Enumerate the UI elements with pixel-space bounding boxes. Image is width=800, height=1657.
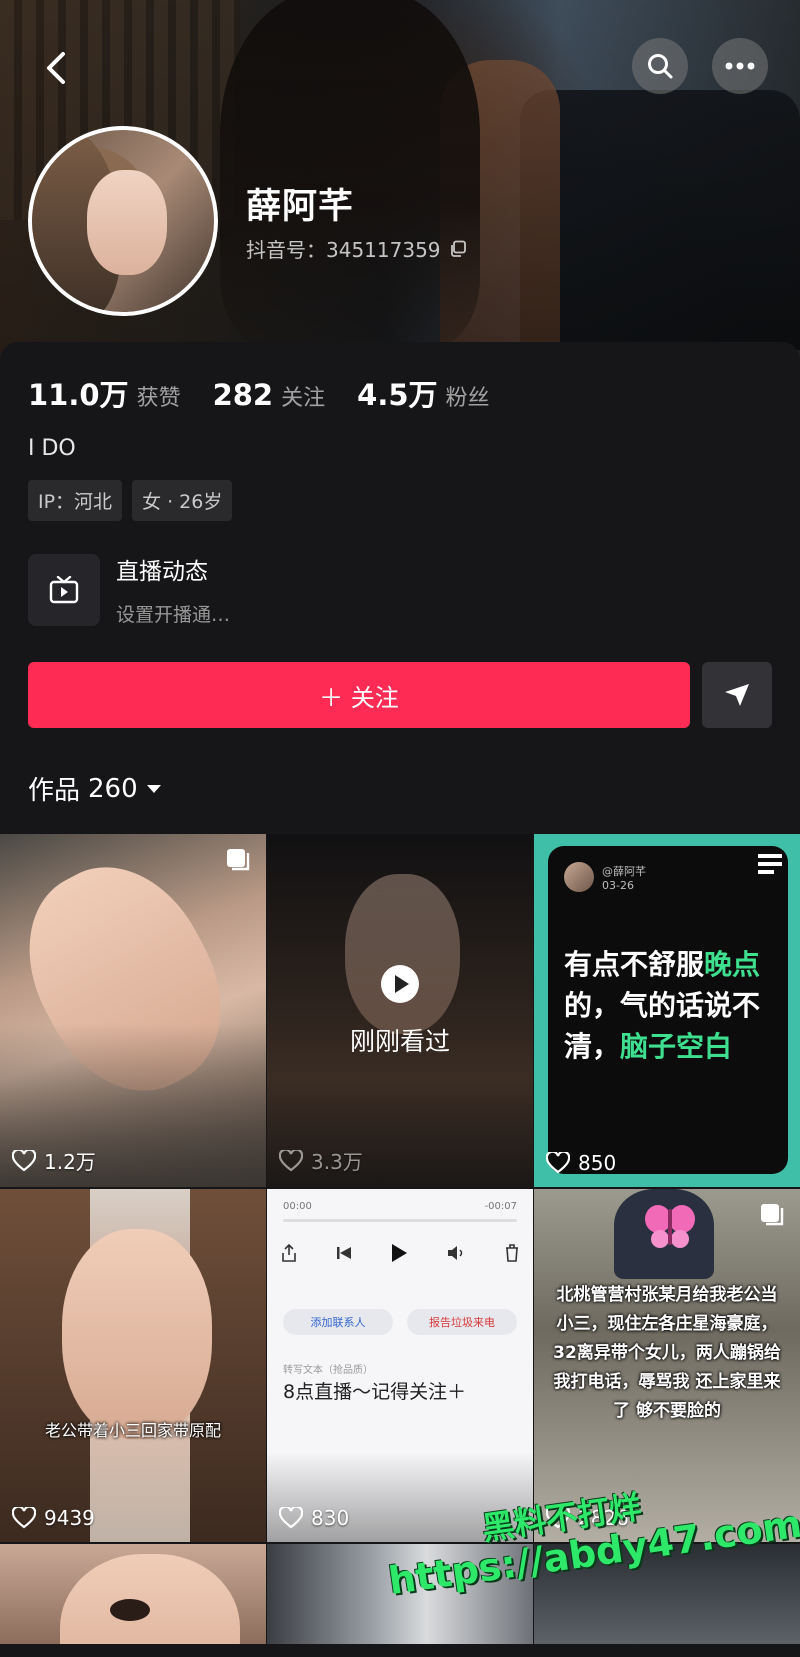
like-count-text: 830 <box>311 1506 350 1530</box>
like-count-text: 3.3万 <box>311 1150 363 1174</box>
volume-icon <box>447 1246 462 1260</box>
video-thumb-4[interactable]: 老公带着小三回家带原配 9439 <box>0 1189 266 1542</box>
more-icon <box>725 62 755 70</box>
transcript-label: 转写文本（抢品质） <box>283 1365 373 1376</box>
douyin-id[interactable]: 抖音号：345117359 <box>246 234 467 263</box>
chevron-left-icon <box>47 52 65 84</box>
note-text: 有点不舒服晚点的，气的话说不清，脑子空白 <box>564 948 761 1063</box>
follow-label: ＋ 关注 <box>319 683 399 712</box>
tv-icon <box>28 553 100 626</box>
story-text: 北桃管营村张某月给我老公当小三，现住左各庄星海豪庭，32离异带个女儿，两人蹦锅给… <box>553 1285 781 1421</box>
back-button[interactable] <box>34 40 78 96</box>
video-caption: 老公带着小三回家带原配 <box>44 1421 221 1440</box>
video-thumb-5[interactable]: 00:00 -00:07 添加联系人 报告垃圾来电 转写文本（抢品质） 8点直播… <box>267 1189 533 1542</box>
add-contact-pill: 添加联系人 <box>283 1309 393 1335</box>
share-button[interactable] <box>702 662 772 728</box>
play-circle-icon <box>381 965 419 1003</box>
like-count: 850 <box>546 1151 616 1175</box>
skip-back-icon <box>336 1247 351 1259</box>
works-tab[interactable]: 作品 260 <box>28 770 162 807</box>
note-username: @薛阿芊 <box>602 864 646 878</box>
like-count-text: 1.2万 <box>44 1150 96 1174</box>
stat-label: 关注 <box>281 386 326 411</box>
player-progress <box>283 1219 517 1222</box>
report-spam-pill: 报告垃圾来电 <box>407 1309 517 1335</box>
tag-list: IP：河北 女 · 26岁 <box>28 480 233 521</box>
stat-number: 4.5万 <box>357 378 438 412</box>
like-count-text: 850 <box>578 1151 617 1175</box>
trash-icon <box>506 1244 518 1262</box>
share-icon <box>282 1244 296 1262</box>
menu-icon <box>758 854 782 874</box>
works-count: 260 <box>88 773 138 804</box>
ip-tag: IP：河北 <box>28 480 123 521</box>
collection-icon <box>761 1204 784 1226</box>
stat-number: 282 <box>212 378 274 412</box>
search-button[interactable] <box>632 38 688 94</box>
video-thumb-7[interactable] <box>0 1544 266 1644</box>
caret-down-icon <box>146 784 161 793</box>
like-count: 1.2万 <box>12 1146 96 1175</box>
bio-text: I DO <box>28 436 76 461</box>
heart-icon <box>279 1149 303 1171</box>
stat-number: 11.0万 <box>28 378 129 412</box>
stat-followers[interactable]: 4.5万 粉丝 <box>357 372 489 414</box>
play-icon <box>392 1244 407 1262</box>
stat-label: 粉丝 <box>445 386 490 411</box>
avatar[interactable] <box>28 126 218 316</box>
heart-icon <box>12 1149 36 1171</box>
recently-watched-text: 刚刚看过 <box>349 1027 450 1056</box>
like-count: 830 <box>279 1506 349 1530</box>
live-dynamic-entry[interactable]: 直播动态 设置开播通… <box>28 552 230 627</box>
follow-button[interactable]: ＋ 关注 <box>28 662 690 728</box>
profile-name: 薛阿芊 <box>246 187 355 227</box>
like-count: 3.3万 <box>279 1146 363 1175</box>
like-count-text: 9439 <box>44 1506 95 1530</box>
note-date: 03-26 <box>602 878 634 892</box>
search-icon <box>648 54 673 79</box>
more-button[interactable] <box>712 38 768 94</box>
douyin-id-text: 抖音号：345117359 <box>246 238 441 262</box>
recently-watched-overlay: 刚刚看过 <box>267 964 533 1058</box>
heart-icon <box>546 1152 570 1174</box>
butterfly-sticker-icon <box>645 1205 695 1248</box>
video-thumb-1[interactable]: 1.2万 <box>0 834 266 1187</box>
gender-age-tag: 女 · 26岁 <box>132 480 233 521</box>
profile-info-panel: 11.0万 获赞 282 关注 4.5万 粉丝 I DO IP：河北 女 · 2… <box>0 342 800 832</box>
heart-icon <box>279 1507 303 1529</box>
player-controls <box>281 1243 519 1263</box>
live-notice-text: 8点直播～记得关注＋ <box>283 1381 467 1403</box>
video-thumb-3[interactable]: @薛阿芊 03-26 有点不舒服晚点的，气的话说不清，脑子空白 850 <box>534 834 800 1187</box>
stat-likes: 11.0万 获赞 <box>28 372 181 414</box>
stat-following[interactable]: 282 关注 <box>213 378 326 412</box>
player-time-start: 00:00 <box>283 1201 312 1212</box>
player-time-end: -00:07 <box>484 1201 517 1212</box>
copy-icon[interactable] <box>449 240 467 258</box>
send-icon <box>725 684 749 706</box>
heart-icon <box>12 1507 36 1529</box>
works-label: 作品 <box>28 776 81 806</box>
video-thumb-2[interactable]: 刚刚看过 3.3万 <box>267 834 533 1187</box>
collection-icon <box>227 849 250 871</box>
live-subtitle: 设置开播通… <box>116 604 231 626</box>
note-avatar <box>564 862 594 892</box>
like-count: 9439 <box>12 1506 95 1530</box>
stat-label: 获赞 <box>136 386 181 411</box>
live-title: 直播动态 <box>116 559 208 585</box>
text-note-card: @薛阿芊 03-26 有点不舒服晚点的，气的话说不清，脑子空白 <box>548 846 788 1174</box>
stats-row: 11.0万 获赞 282 关注 4.5万 粉丝 <box>28 372 522 414</box>
